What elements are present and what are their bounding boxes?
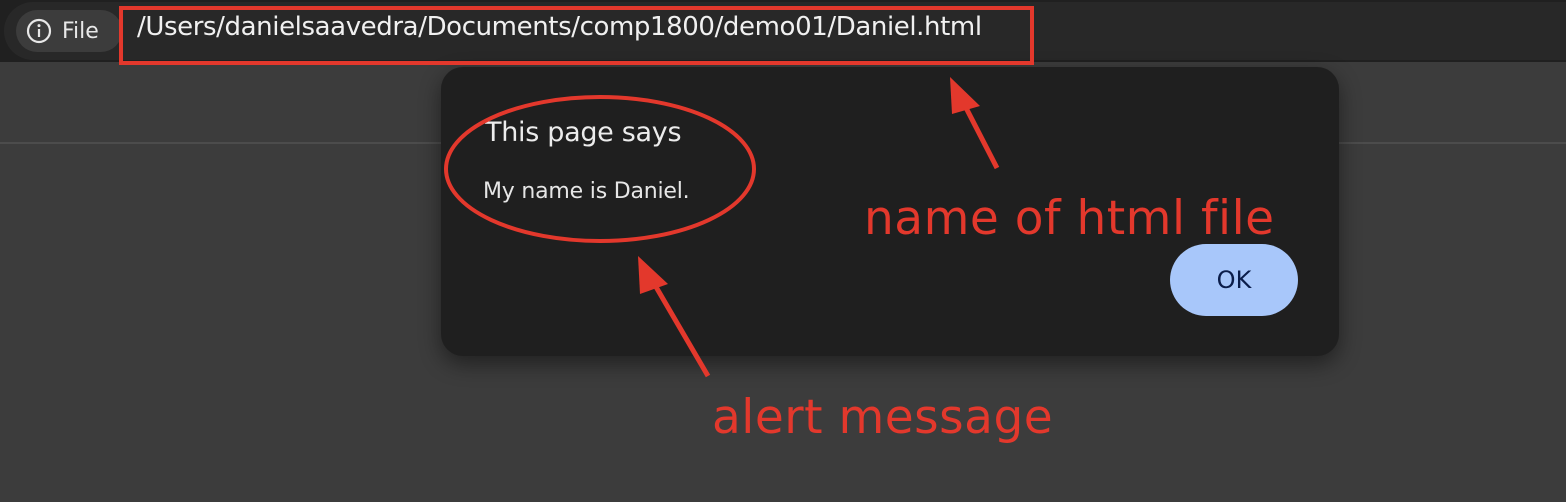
- dialog-title: This page says: [485, 117, 682, 148]
- info-icon: [26, 18, 52, 44]
- ok-button[interactable]: OK: [1170, 244, 1298, 316]
- site-info-chip[interactable]: File: [16, 10, 122, 52]
- chip-label: File: [62, 19, 99, 44]
- annotation-file-label: name of html file: [864, 191, 1275, 246]
- dialog-message: My name is Daniel.: [483, 179, 690, 204]
- address-bar[interactable]: File /Users/danielsaavedra/Documents/com…: [4, 2, 1566, 60]
- annotation-alert-label: alert message: [712, 390, 1054, 445]
- browser-toolbar: File /Users/danielsaavedra/Documents/com…: [0, 0, 1566, 62]
- url-text[interactable]: /Users/danielsaavedra/Documents/comp1800…: [137, 12, 982, 42]
